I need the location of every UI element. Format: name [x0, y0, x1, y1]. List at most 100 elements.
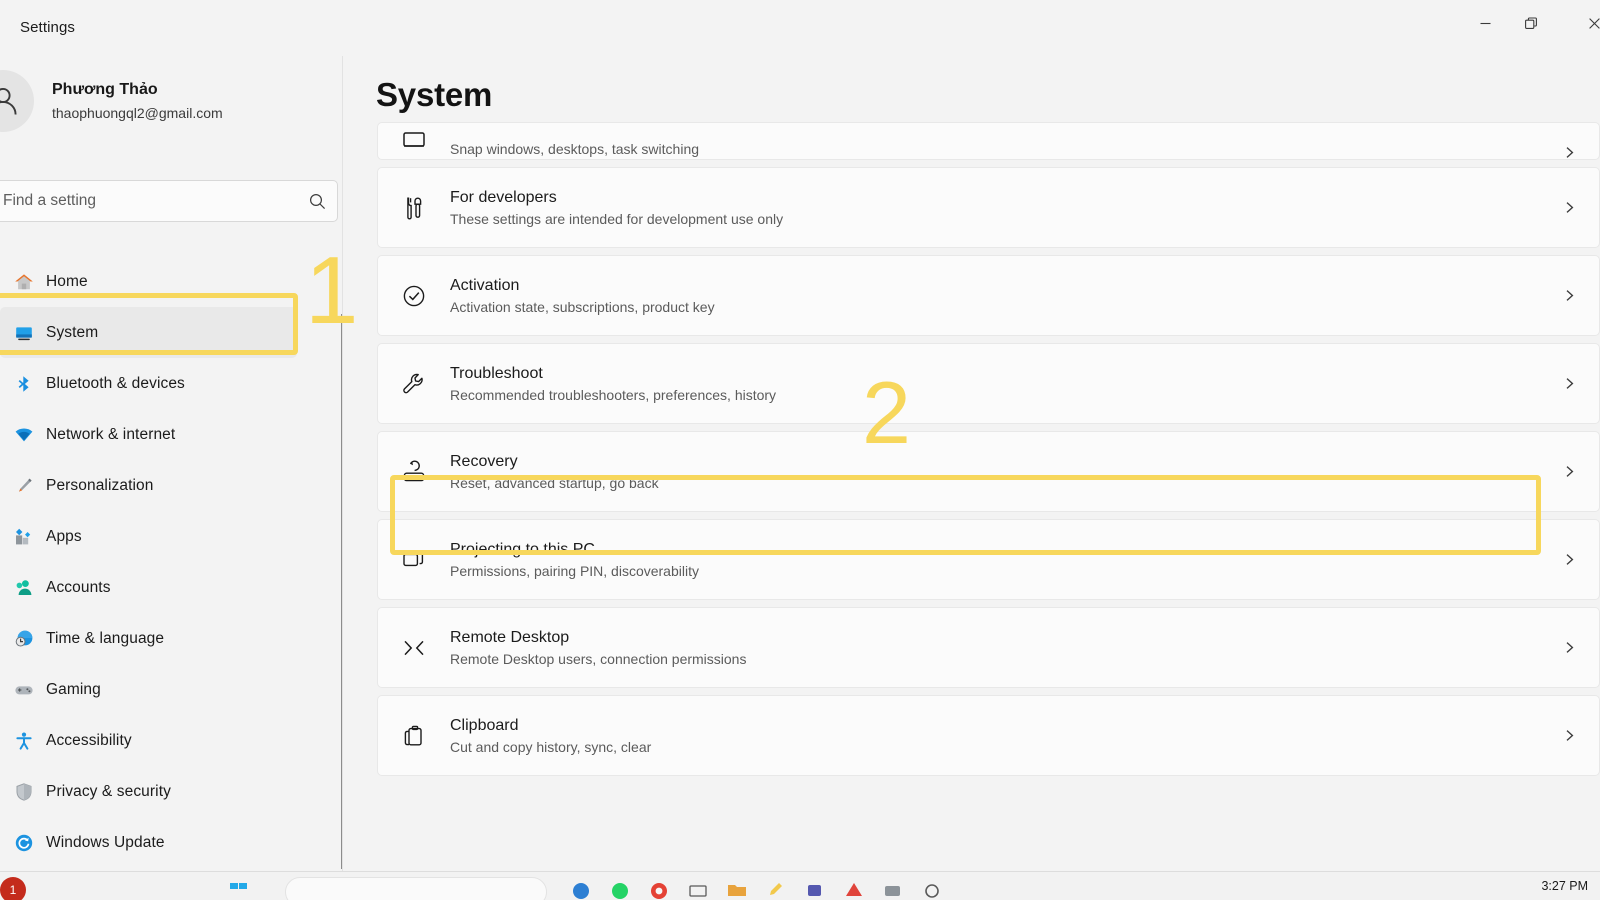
- chrome-icon[interactable]: [648, 878, 674, 900]
- sidebar-item-label: Network & internet: [46, 426, 175, 444]
- main-content: System Snap windows, desktops, task swit…: [343, 56, 1600, 871]
- sidebar-item-label: System: [46, 324, 98, 342]
- row-subtitle: Cut and copy history, sync, clear: [450, 737, 1539, 757]
- notepad-icon[interactable]: [765, 878, 791, 900]
- row-title: Remote Desktop: [450, 627, 1539, 648]
- camera-icon[interactable]: [882, 878, 908, 900]
- page-title: System: [376, 76, 492, 114]
- row-subtitle: Remote Desktop users, connection permiss…: [450, 649, 1539, 669]
- profile-block[interactable]: Phương Thảo thaophuongql2@gmail.com: [0, 70, 223, 132]
- sidebar-item-label: Time & language: [46, 630, 164, 648]
- alert-icon[interactable]: [843, 878, 869, 900]
- profile-email: thaophuongql2@gmail.com: [52, 103, 223, 123]
- troubleshoot-icon: [378, 371, 450, 397]
- multitasking-icon: [378, 131, 450, 159]
- sidebar-item-label: Windows Update: [46, 834, 165, 852]
- sidebar-nav: Home System Bluetooth & devices: [0, 256, 335, 868]
- row-subtitle: Reset, advanced startup, go back: [450, 473, 1539, 493]
- sidebar-item-label: Accessibility: [46, 732, 132, 750]
- taskbar-clock[interactable]: 3:27 PM: [1541, 879, 1588, 893]
- explorer-icon[interactable]: [726, 878, 752, 900]
- recovery-icon: [378, 459, 450, 485]
- remote-desktop-icon: [378, 635, 450, 661]
- sidebar-item-label: Privacy & security: [46, 783, 171, 801]
- row-projecting-to-this-pc[interactable]: Projecting to this PC Permissions, pairi…: [377, 519, 1600, 600]
- row-subtitle: Activation state, subscriptions, product…: [450, 297, 1539, 317]
- row-subtitle: These settings are intended for developm…: [450, 209, 1539, 229]
- row-title: Troubleshoot: [450, 363, 1539, 384]
- personalization-icon: [2, 476, 46, 496]
- taskbar-icons: [228, 878, 254, 900]
- sidebar-item-windows-update[interactable]: Windows Update: [0, 817, 297, 868]
- taskbar-app-icons: [570, 878, 947, 900]
- sidebar-item-home[interactable]: Home: [0, 256, 297, 307]
- row-title: For developers: [450, 187, 1539, 208]
- profile-name: Phương Thảo: [52, 80, 223, 100]
- sidebar-item-label: Gaming: [46, 681, 101, 699]
- title-bar: Settings: [0, 0, 1600, 56]
- avatar: [0, 70, 34, 132]
- search-input[interactable]: [0, 192, 297, 210]
- restore-button[interactable]: [1508, 0, 1554, 46]
- mail-icon[interactable]: [687, 878, 713, 900]
- sidebar-item-gaming[interactable]: Gaming: [0, 664, 297, 715]
- apps-icon: [2, 527, 46, 547]
- start-icon[interactable]: [228, 878, 254, 900]
- window-controls: [1462, 0, 1600, 46]
- network-icon: [2, 425, 46, 445]
- chevron-right-icon: [1539, 377, 1599, 390]
- sidebar-item-label: Bluetooth & devices: [46, 375, 185, 393]
- chevron-right-icon: [1539, 201, 1599, 214]
- update-icon: [2, 833, 46, 853]
- sidebar-item-privacy-security[interactable]: Privacy & security: [0, 766, 297, 817]
- row-subtitle: Snap windows, desktops, task switching: [450, 139, 1539, 159]
- close-button[interactable]: [1554, 0, 1600, 46]
- row-troubleshoot[interactable]: Troubleshoot Recommended troubleshooters…: [377, 343, 1600, 424]
- sidebar-item-time-language[interactable]: Time & language: [0, 613, 297, 664]
- sidebar-item-label: Home: [46, 273, 88, 291]
- sidebar-item-apps[interactable]: Apps: [0, 511, 297, 562]
- gaming-icon: [2, 680, 46, 700]
- teams-icon[interactable]: [804, 878, 830, 900]
- row-activation[interactable]: Activation Activation state, subscriptio…: [377, 255, 1600, 336]
- taskbar-search-pill[interactable]: [285, 877, 547, 900]
- sidebar-item-system[interactable]: System: [0, 307, 297, 358]
- sidebar-item-personalization[interactable]: Personalization: [0, 460, 297, 511]
- row-title: Activation: [450, 275, 1539, 296]
- row-clipboard[interactable]: Clipboard Cut and copy history, sync, cl…: [377, 695, 1600, 776]
- minimize-button[interactable]: [1462, 0, 1508, 46]
- chevron-right-icon: [1539, 289, 1599, 302]
- whatsapp-icon[interactable]: [609, 878, 635, 900]
- accessibility-icon: [2, 731, 46, 751]
- time-icon: [2, 629, 46, 649]
- sidebar-item-accessibility[interactable]: Accessibility: [0, 715, 297, 766]
- system-icon: [2, 323, 46, 343]
- search-icon: [297, 193, 337, 210]
- notification-badge[interactable]: 1: [0, 877, 26, 900]
- edge-icon[interactable]: [570, 878, 596, 900]
- row-remote-desktop[interactable]: Remote Desktop Remote Desktop users, con…: [377, 607, 1600, 688]
- row-title: Projecting to this PC: [450, 539, 1539, 560]
- accounts-icon: [2, 578, 46, 598]
- settings-taskbar-icon[interactable]: [921, 878, 947, 900]
- row-title: Recovery: [450, 451, 1539, 472]
- chevron-right-icon: [1539, 553, 1599, 566]
- clipboard-icon: [378, 723, 450, 749]
- search-box[interactable]: [0, 180, 338, 222]
- row-for-developers[interactable]: For developers These settings are intend…: [377, 167, 1600, 248]
- settings-list: Snap windows, desktops, task switching F…: [377, 122, 1600, 783]
- chevron-right-icon: [1539, 641, 1599, 654]
- taskbar: 1: [0, 871, 1600, 900]
- sidebar-item-network-internet[interactable]: Network & internet: [0, 409, 297, 460]
- row-multitasking[interactable]: Snap windows, desktops, task switching: [377, 122, 1600, 160]
- privacy-icon: [2, 782, 46, 802]
- chevron-right-icon: [1539, 146, 1599, 159]
- sidebar-item-accounts[interactable]: Accounts: [0, 562, 297, 613]
- sidebar-item-bluetooth-devices[interactable]: Bluetooth & devices: [0, 358, 297, 409]
- row-title: Clipboard: [450, 715, 1539, 736]
- sidebar-item-label: Personalization: [46, 477, 153, 495]
- developers-icon: [378, 195, 450, 221]
- chevron-right-icon: [1539, 729, 1599, 742]
- row-recovery[interactable]: Recovery Reset, advanced startup, go bac…: [377, 431, 1600, 512]
- activation-icon: [378, 283, 450, 309]
